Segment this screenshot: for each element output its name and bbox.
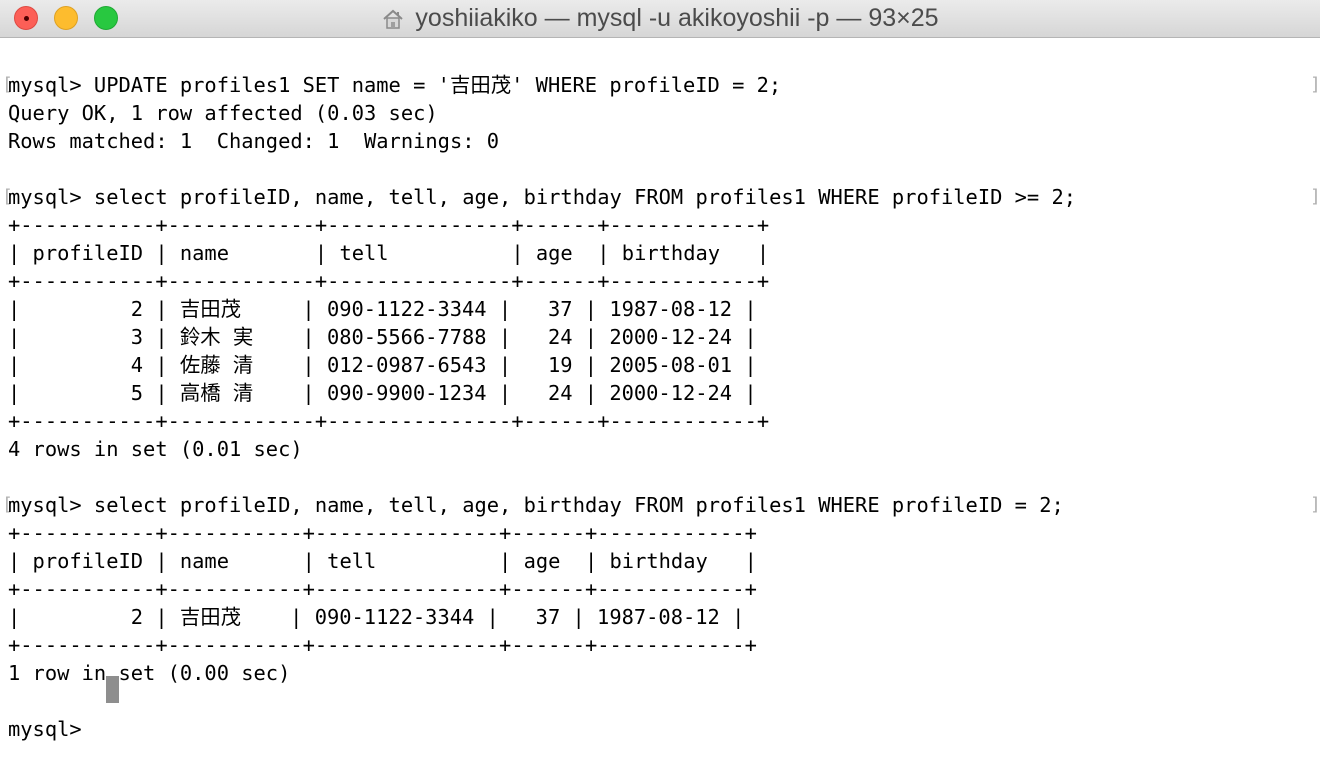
text-cursor — [106, 676, 119, 703]
window-title-group: yoshiiakiko — mysql -u akikoyoshii -p — … — [0, 0, 1320, 37]
terminal-line: | 5 | 高橋 清 | 090-9900-1234 | 24 | 2000-1… — [8, 381, 757, 405]
terminal-line: | 2 | 吉田茂 | 090-1122-3344 | 37 | 1987-08… — [8, 297, 757, 321]
terminal-line: +-----------+-----------+---------------… — [8, 577, 757, 601]
terminal-line: mysql> UPDATE profiles1 SET name = '吉田茂'… — [8, 73, 782, 97]
line-mark-right: ] — [1310, 74, 1320, 95]
terminal-line: Query OK, 1 row affected (0.03 sec) — [8, 101, 438, 125]
window-title: yoshiiakiko — mysql -u akikoyoshii -p — … — [415, 4, 939, 32]
line-mark-right: ] — [1310, 186, 1320, 207]
home-folder-icon — [383, 9, 404, 29]
terminal-line: +-----------+-----------+---------------… — [8, 633, 757, 657]
terminal-line: 4 rows in set (0.01 sec) — [8, 437, 303, 461]
terminal-line: +-----------+------------+--------------… — [8, 213, 770, 237]
terminal-line: +-----------+------------+--------------… — [8, 409, 770, 433]
terminal-line: 1 row in set (0.00 sec) — [8, 661, 291, 685]
terminal-line: +-----------+-----------+---------------… — [8, 521, 757, 545]
line-mark-right: ] — [1310, 494, 1320, 515]
terminal-line: | 4 | 佐藤 清 | 012-0987-6543 | 19 | 2005-0… — [8, 353, 757, 377]
terminal-line: +-----------+------------+--------------… — [8, 269, 770, 293]
terminal-line: mysql> — [8, 717, 94, 741]
terminal-window: yoshiiakiko — mysql -u akikoyoshii -p — … — [0, 0, 1320, 758]
terminal-line: Rows matched: 1 Changed: 1 Warnings: 0 — [8, 129, 500, 153]
terminal-line: mysql> select profileID, name, tell, age… — [8, 493, 1064, 517]
terminal-line: | 2 | 吉田茂 | 090-1122-3344 | 37 | 1987-08… — [8, 605, 745, 629]
terminal-output[interactable]: [] mysql> UPDATE profiles1 SET name = '吉田… — [0, 38, 1320, 758]
title-bar[interactable]: yoshiiakiko — mysql -u akikoyoshii -p — … — [0, 0, 1320, 38]
terminal-line: | profileID | name | tell | age | birthd… — [8, 241, 770, 265]
terminal-line: | profileID | name | tell | age | birthd… — [8, 549, 757, 573]
terminal-line: | 3 | 鈴木 実 | 080-5566-7788 | 24 | 2000-1… — [8, 325, 757, 349]
terminal-line: mysql> select profileID, name, tell, age… — [8, 185, 1077, 209]
